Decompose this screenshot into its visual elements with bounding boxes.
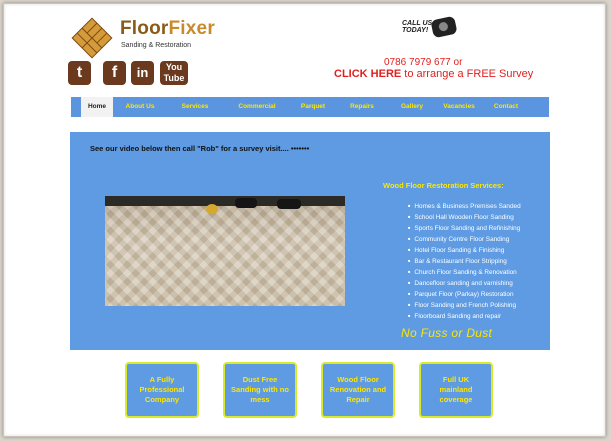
call-us-line1: CALL US (402, 20, 433, 27)
nav-commercial[interactable]: Commercial (229, 97, 285, 117)
services-list-item: Floorboard Sanding and repair (408, 311, 521, 322)
brand-name[interactable]: FloorFixer (120, 18, 215, 40)
feature-box-coverage[interactable]: Full UK mainland coverage (419, 362, 493, 418)
call-us-line2: TODAY! (402, 27, 429, 34)
feature-box-renovation[interactable]: Wood Floor Renovation and Repair (321, 362, 395, 418)
linkedin-icon[interactable]: in (131, 61, 154, 85)
survey-cta-text: to arrange a FREE Survey (401, 68, 534, 80)
nav-contact[interactable]: Contact (487, 97, 525, 117)
nav-repairs[interactable]: Repairs (343, 97, 381, 117)
brand-name-part1: Floor (120, 18, 169, 39)
services-list-item: Hotel Floor Sanding & Finishing (408, 245, 521, 256)
brand-name-part2: Fixer (168, 18, 215, 39)
brand-tagline: Sanding & Restoration (121, 42, 192, 49)
shoe-image-detail (277, 199, 301, 209)
nav-home[interactable]: Home (81, 97, 113, 117)
feature-box-professional[interactable]: A Fully Professional Company (125, 362, 199, 418)
nav-about-us[interactable]: About Us (119, 97, 161, 117)
services-list-item: Dancefloor sanding and varnishing (408, 278, 521, 289)
feature-box-label: Dust Free Sanding with no mess (231, 375, 289, 404)
facebook-icon[interactable]: f (103, 61, 126, 85)
floor-video-thumbnail[interactable] (105, 196, 345, 306)
survey-cta[interactable]: CLICK HERE to arrange a FREE Survey (334, 68, 533, 80)
click-here-link[interactable]: CLICK HERE (334, 68, 401, 80)
nav-parquet[interactable]: Parquet (293, 97, 333, 117)
nav-gallery[interactable]: Gallery (393, 97, 431, 117)
nav-services[interactable]: Services (171, 97, 219, 117)
shoe-image-detail (235, 198, 257, 208)
services-list-item: School Hall Wooden Floor Sanding (408, 212, 521, 223)
page-frame: FloorFixer Sanding & Restoration t f in … (3, 3, 606, 437)
toy-image-detail (206, 204, 218, 214)
services-list-item: Homes & Business Premises Sanded (408, 201, 520, 212)
services-list-item: Floor Sanding and French Polishing (408, 300, 521, 311)
services-list-item: Sports Floor Sanding and Refinishing (408, 223, 521, 234)
feature-box-label: A Fully Professional Company (139, 375, 185, 404)
phone-number: 0786 7979 677 or (384, 57, 463, 68)
slogan: No Fuss or Dust (401, 326, 493, 340)
services-list-item: Parquet Floor (Parkay) Restoration (408, 289, 521, 300)
main-nav: Home About Us Services Commercial Parque… (71, 97, 549, 117)
feature-box-label: Wood Floor Renovation and Repair (329, 375, 387, 404)
services-list-item: Church Floor Sanding & Renovation (408, 267, 521, 278)
nav-vacancies[interactable]: Vacancies (437, 97, 481, 117)
video-intro-text: See our video below then call "Rob" for … (90, 144, 310, 153)
call-us-badge: CALL US TODAY! (402, 20, 432, 34)
services-list-item: Bar & Restaurant Floor Stripping (408, 256, 521, 267)
services-list-item: Community Centre Floor Sanding (408, 234, 521, 245)
youtube-icon[interactable]: You Tube (160, 61, 188, 85)
phone-icon (430, 15, 458, 39)
parquet-logo-icon[interactable] (70, 17, 114, 59)
feature-box-label: Full UK mainland coverage (439, 375, 473, 404)
services-title: Wood Floor Restoration Services: (383, 181, 504, 190)
services-list: Homes & Business Premises Sanded School … (408, 201, 521, 322)
video-top-strip (105, 196, 345, 206)
feature-box-dust-free[interactable]: Dust Free Sanding with no mess (223, 362, 297, 418)
twitter-icon[interactable]: t (68, 61, 91, 85)
